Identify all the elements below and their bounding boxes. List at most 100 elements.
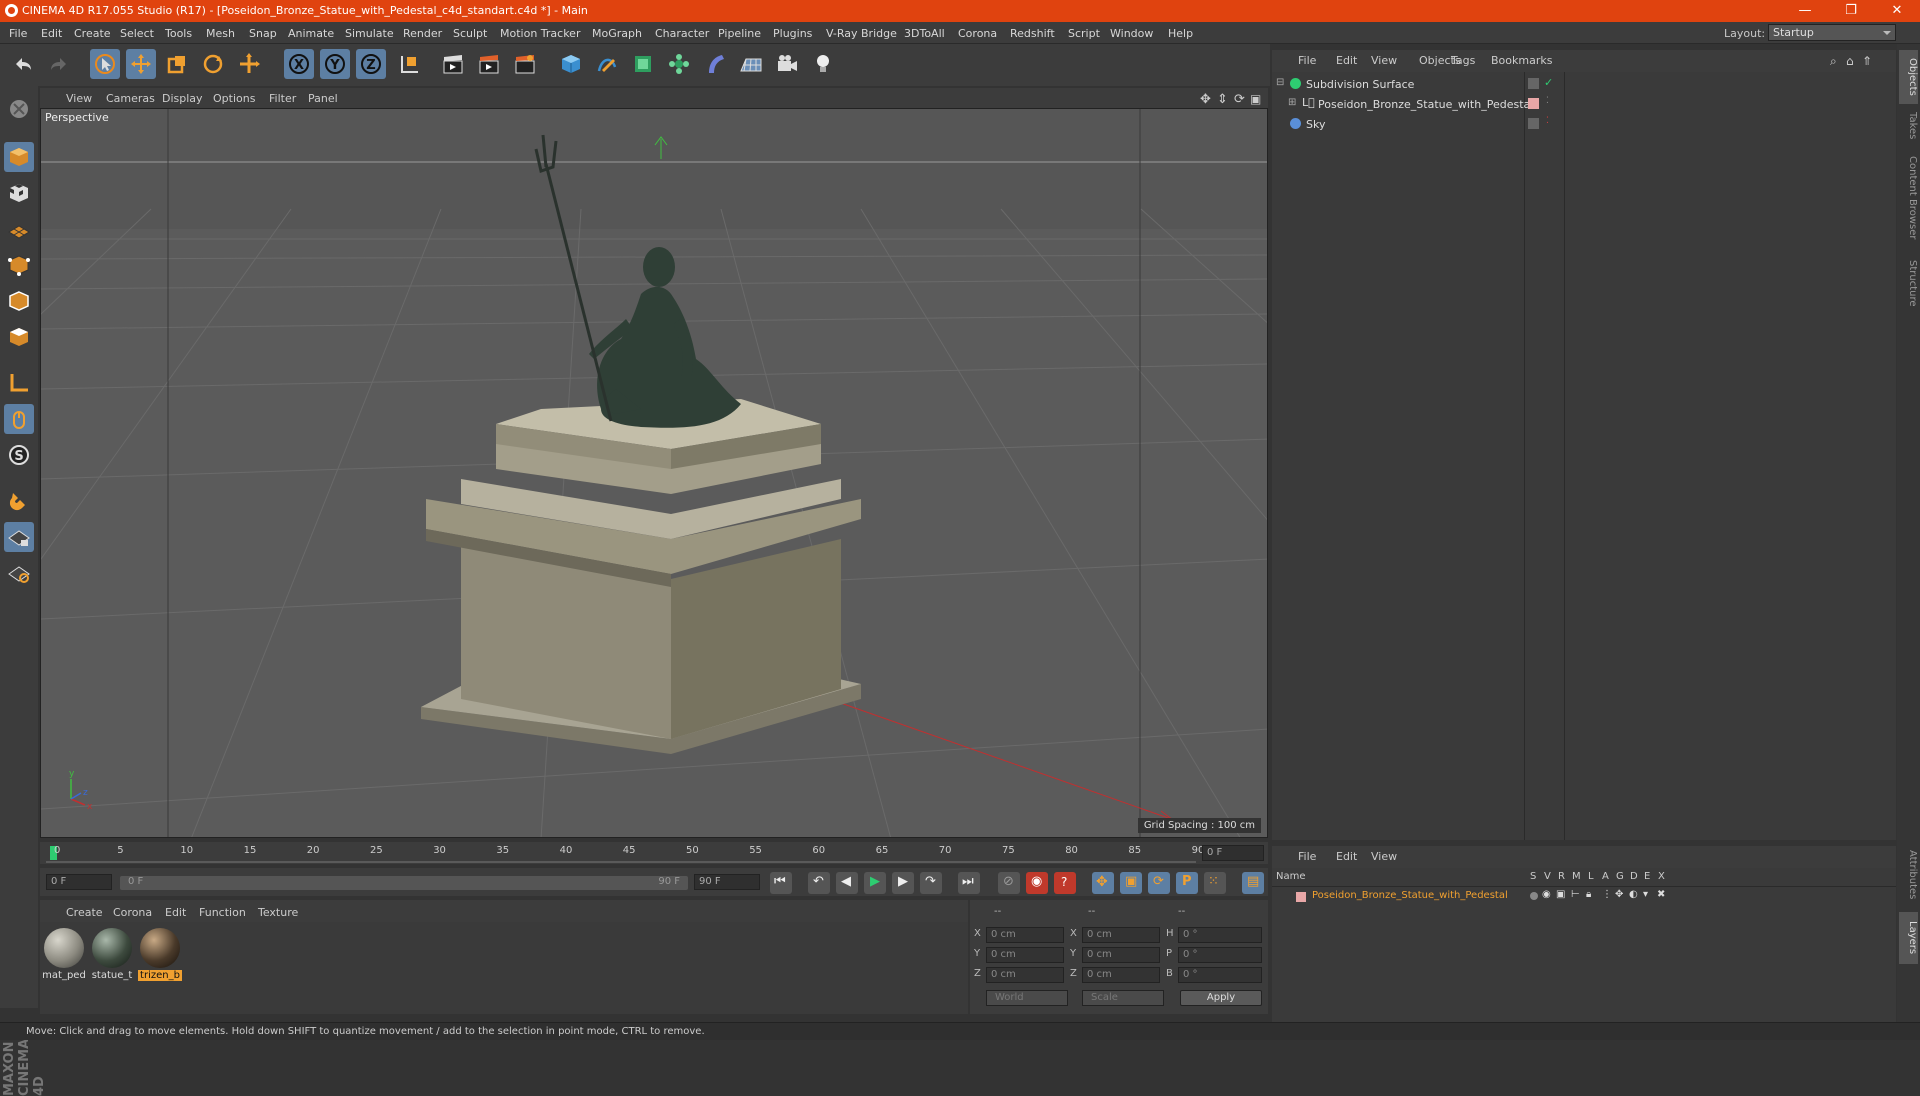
tab-content-browser[interactable]: Content Browser (1899, 148, 1918, 248)
object-row-poseidon[interactable]: ⊞ L⃞ Poseidon_Bronze_Statue_with_Pedesta… (1272, 94, 1896, 114)
material-swatch[interactable]: statue_t (90, 928, 134, 988)
enabled-check-icon[interactable]: ✓ (1544, 76, 1553, 89)
menu-mograph[interactable]: MoGraph (592, 27, 642, 40)
viewport-menu-options[interactable]: Options (213, 92, 255, 105)
coordinate-system-button[interactable] (394, 49, 424, 79)
minimize-button[interactable]: — (1782, 0, 1828, 22)
menu-sculpt[interactable]: Sculpt (453, 27, 487, 40)
layer-col-animation[interactable]: A (1602, 871, 1609, 882)
menu-render[interactable]: Render (403, 27, 442, 40)
rotate-tool-button[interactable] (198, 49, 228, 79)
add-spline-button[interactable] (592, 49, 622, 79)
menu-pipeline[interactable]: Pipeline (718, 27, 761, 40)
collapse-icon[interactable]: ⊟ (1276, 77, 1284, 88)
tab-attributes[interactable]: Attributes (1899, 840, 1918, 910)
position-x-field[interactable]: 0 cm (986, 927, 1064, 943)
object-row-sky[interactable]: Sky ⁚ (1272, 114, 1896, 134)
menu-vray-bridge[interactable]: V-Ray Bridge (826, 27, 897, 40)
menu-help[interactable]: Help (1168, 27, 1193, 40)
size-mode-select[interactable]: Scale (1082, 990, 1164, 1006)
layer-solo-dot-icon[interactable] (1530, 892, 1538, 900)
position-y-field[interactable]: 0 cm (986, 947, 1064, 963)
layer-eye-icon[interactable]: ◉ (1542, 889, 1551, 900)
tab-takes[interactable]: Takes (1899, 106, 1918, 146)
layer-lock-icon[interactable]: 🔒︎ (1586, 889, 1591, 900)
viewport-menu-filter[interactable]: Filter (269, 92, 296, 105)
layer-generator-icon[interactable]: ✥ (1615, 889, 1623, 900)
material-menu-texture[interactable]: Texture (258, 906, 298, 919)
solo-button[interactable]: S (4, 440, 34, 470)
layer-row[interactable]: Poseidon_Bronze_Statue_with_Pedestal ◉ ▣… (1272, 888, 1896, 906)
layer-manager-icon[interactable]: ⊢ (1571, 889, 1580, 900)
play-button[interactable]: ▶ (864, 872, 886, 894)
search-icon[interactable]: ⌕ (1830, 54, 1837, 69)
menu-character[interactable]: Character (655, 27, 709, 40)
redo-button[interactable] (44, 49, 74, 79)
viewport-menu-view[interactable]: View (66, 92, 92, 105)
material-swatch-selected[interactable]: trizen_b (138, 928, 182, 988)
layer-xref-icon[interactable]: ✖ (1657, 889, 1665, 900)
menu-plugins[interactable]: Plugins (773, 27, 812, 40)
layer-col-generators[interactable]: G (1616, 871, 1624, 882)
enable-axis-button[interactable] (4, 368, 34, 398)
timeline-ruler[interactable]: 0 5 10 15 20 25 30 35 40 45 50 55 60 65 70 75 80 85 90 0 F (40, 842, 1268, 864)
key-rotation-button[interactable]: ⟳ (1148, 872, 1170, 894)
up-arrow-icon[interactable]: ⇑ (1862, 54, 1872, 68)
current-frame-field[interactable]: 0 F (1202, 845, 1264, 861)
rotation-h-field[interactable]: 0 ° (1178, 927, 1262, 943)
rotation-b-field[interactable]: 0 ° (1178, 967, 1262, 983)
workplane-lock-button[interactable] (4, 522, 34, 552)
layer-expression-icon[interactable]: ▾ (1643, 889, 1648, 900)
add-floor-button[interactable] (736, 49, 766, 79)
autokey-button[interactable]: ◉ (1026, 872, 1048, 894)
start-frame-field[interactable]: 0 F (46, 874, 112, 890)
menu-script[interactable]: Script (1068, 27, 1100, 40)
viewport-move-icon[interactable]: ✥ (1200, 92, 1211, 107)
objects-menu-view[interactable]: View (1371, 54, 1397, 67)
move-tool-button[interactable] (126, 49, 156, 79)
viewport-menu-display[interactable]: Display (162, 92, 203, 105)
menu-mesh[interactable]: Mesh (206, 27, 235, 40)
menu-tools[interactable]: Tools (165, 27, 192, 40)
menu-window[interactable]: Window (1110, 27, 1153, 40)
position-z-field[interactable]: 0 cm (986, 967, 1064, 983)
visibility-dots-icon[interactable]: ⁚ (1546, 96, 1549, 106)
render-settings-button[interactable] (510, 49, 540, 79)
viewport-rotate-icon[interactable]: ⟳ (1234, 92, 1245, 107)
objects-menu-tags[interactable]: Tags (1451, 54, 1475, 67)
next-frame-button[interactable]: ▶ (892, 872, 914, 894)
viewport-maximize-icon[interactable]: ▣ (1250, 92, 1261, 106)
y-axis-lock-button[interactable]: Y (320, 49, 350, 79)
layers-menu-edit[interactable]: Edit (1336, 850, 1357, 863)
close-button[interactable]: ✕ (1874, 0, 1920, 22)
tab-structure[interactable]: Structure (1899, 250, 1918, 316)
render-picture-viewer-button[interactable] (474, 49, 504, 79)
undo-button[interactable] (8, 49, 38, 79)
visibility-dots-icon[interactable]: ⁚ (1546, 116, 1549, 126)
previous-key-button[interactable]: ↶ (808, 872, 830, 894)
layer-col-expressions[interactable]: E (1644, 871, 1650, 882)
z-axis-lock-button[interactable]: Z (356, 49, 386, 79)
menu-animate[interactable]: Animate (288, 27, 334, 40)
layer-col-deformers[interactable]: D (1630, 871, 1638, 882)
expand-icon[interactable]: ⊞ (1288, 97, 1296, 108)
layer-col-solo[interactable]: S (1530, 871, 1536, 882)
edit-toggle-icon[interactable] (1528, 118, 1539, 129)
add-generator-button[interactable] (628, 49, 658, 79)
goto-end-button[interactable]: ⏭ (958, 872, 980, 894)
record-keys-button[interactable]: ⊘ (998, 872, 1020, 894)
menu-file[interactable]: File (9, 27, 27, 40)
key-scale-button[interactable]: ▣ (1120, 872, 1142, 894)
menu-3dtoall[interactable]: 3DToAll (904, 27, 945, 40)
layer-col-render[interactable]: R (1558, 871, 1565, 882)
size-y-field[interactable]: 0 cm (1082, 947, 1160, 963)
polygons-mode-button[interactable] (4, 322, 34, 352)
material-swatch[interactable]: mat_ped (42, 928, 86, 988)
rotation-p-field[interactable]: 0 ° (1178, 947, 1262, 963)
edit-toggle-icon[interactable] (1528, 78, 1539, 89)
viewport-dolly-icon[interactable]: ⇕ (1217, 92, 1228, 107)
objects-menu-file[interactable]: File (1298, 54, 1316, 67)
key-position-button[interactable]: ✥ (1092, 872, 1114, 894)
add-cube-button[interactable] (556, 49, 586, 79)
layers-menu-file[interactable]: File (1298, 850, 1316, 863)
